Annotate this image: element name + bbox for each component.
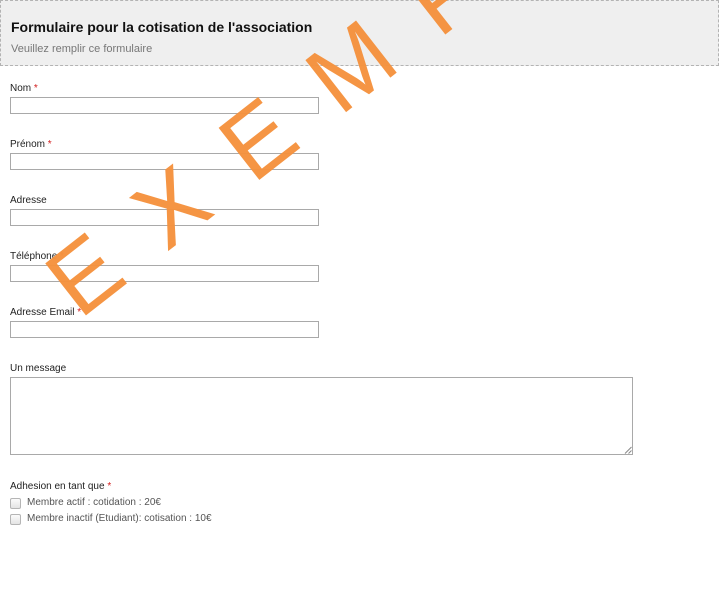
adresse-label-text: Adresse xyxy=(10,195,47,206)
resize-grip-icon[interactable] xyxy=(624,446,632,454)
required-marker: * xyxy=(107,481,112,492)
adresse-input[interactable] xyxy=(10,209,319,226)
form-page: Formulaire pour la cotisation de l'assoc… xyxy=(0,0,719,605)
required-marker: * xyxy=(33,83,38,94)
adhesion-label-text: Adhesion en tant que xyxy=(10,481,105,492)
nom-label: Nom * xyxy=(10,83,38,94)
telephone-label-text: Téléphone xyxy=(10,251,58,262)
prenom-label: Prénom * xyxy=(10,139,52,150)
message-label-text: Un message xyxy=(10,363,67,374)
adhesion-option-label: Membre actif : cotidation : 20€ xyxy=(27,497,161,508)
message-label: Un message xyxy=(10,363,66,374)
form-subtitle: Veuillez remplir ce formulaire xyxy=(11,43,153,55)
prenom-input[interactable] xyxy=(10,153,319,170)
nom-input[interactable] xyxy=(10,97,319,114)
email-label: Adresse Email * xyxy=(10,307,81,318)
checkbox[interactable] xyxy=(10,498,21,509)
adresse-label: Adresse xyxy=(10,195,47,206)
required-marker: * xyxy=(77,307,82,318)
email-label-text: Adresse Email xyxy=(10,307,75,318)
adhesion-option-label: Membre inactif (Etudiant): cotisation : … xyxy=(27,513,212,524)
required-marker: * xyxy=(60,251,64,262)
form-title: Formulaire pour la cotisation de l'assoc… xyxy=(11,19,313,35)
prenom-label-text: Prénom xyxy=(10,139,46,150)
message-textarea[interactable] xyxy=(10,377,633,455)
required-marker: * xyxy=(47,139,52,150)
telephone-label: Téléphone * xyxy=(10,251,64,262)
adhesion-label: Adhesion en tant que * xyxy=(10,481,111,492)
form-header: Formulaire pour la cotisation de l'assoc… xyxy=(0,0,719,66)
email-input[interactable] xyxy=(10,321,319,338)
checkbox[interactable] xyxy=(10,514,21,525)
nom-label-text: Nom xyxy=(10,83,32,94)
telephone-input[interactable] xyxy=(10,265,319,282)
